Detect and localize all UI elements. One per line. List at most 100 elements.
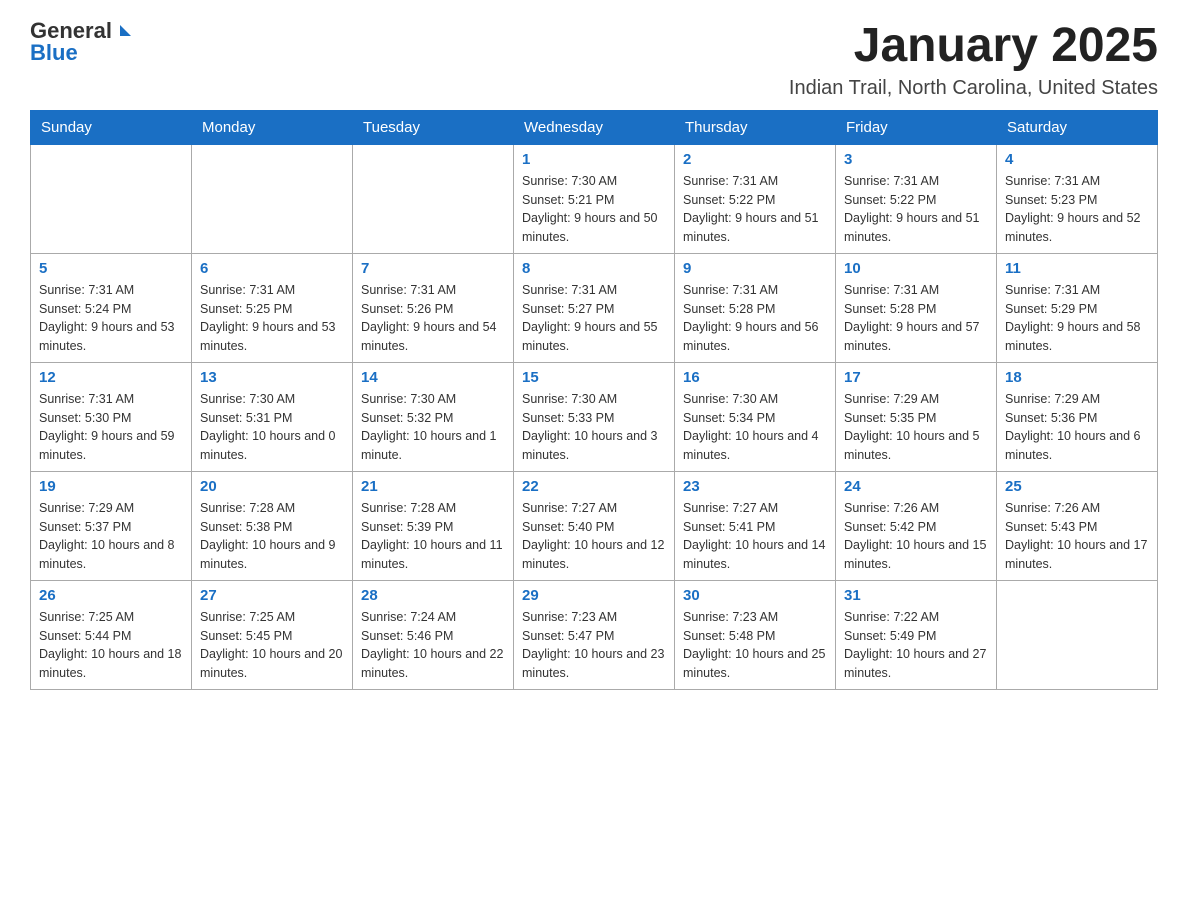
calendar-cell: 11 Sunrise: 7:31 AMSunset: 5:29 PMDayligh… — [997, 253, 1158, 362]
day-number: 3 — [844, 151, 988, 168]
calendar-cell: 22 Sunrise: 7:27 AMSunset: 5:40 PMDayligh… — [514, 471, 675, 580]
day-info: Sunrise: 7:31 AMSunset: 5:23 PMDaylight:… — [1005, 172, 1149, 247]
calendar-cell: 16Sunrise: 7:30 AMSunset: 5:34 PMDayligh… — [675, 362, 836, 471]
calendar-cell — [192, 144, 353, 253]
calendar-cell: 21Sunrise: 7:28 AMSunset: 5:39 PMDayligh… — [353, 471, 514, 580]
calendar-cell: 17 Sunrise: 7:29 AMSunset: 5:35 PMDayligh… — [836, 362, 997, 471]
day-number: 7 — [361, 260, 505, 277]
day-number: 9 — [683, 260, 827, 277]
calendar-cell: 10Sunrise: 7:31 AMSunset: 5:28 PMDayligh… — [836, 253, 997, 362]
calendar-cell: 27 Sunrise: 7:25 AMSunset: 5:45 PMDayligh… — [192, 580, 353, 689]
day-info: Sunrise: 7:28 AMSunset: 5:38 PMDaylight:… — [200, 499, 344, 574]
day-info: Sunrise: 7:30 AMSunset: 5:21 PMDaylight:… — [522, 172, 666, 247]
day-info: Sunrise: 7:31 AMSunset: 5:22 PMDaylight:… — [683, 172, 827, 247]
page-header: General Blue January 2025 Indian Trail, … — [30, 20, 1158, 100]
calendar-cell: 14 Sunrise: 7:30 AMSunset: 5:32 PMDayligh… — [353, 362, 514, 471]
day-info: Sunrise: 7:30 AMSunset: 5:34 PMDaylight:… — [683, 390, 827, 465]
calendar-cell — [31, 144, 192, 253]
calendar-cell: 29Sunrise: 7:23 AMSunset: 5:47 PMDayligh… — [514, 580, 675, 689]
day-number: 14 — [361, 369, 505, 386]
calendar-cell: 18 Sunrise: 7:29 AMSunset: 5:36 PMDayligh… — [997, 362, 1158, 471]
day-number: 17 — [844, 369, 988, 386]
day-info: Sunrise: 7:31 AMSunset: 5:25 PMDaylight:… — [200, 281, 344, 356]
day-info: Sunrise: 7:25 AMSunset: 5:44 PMDaylight:… — [39, 608, 183, 683]
day-number: 31 — [844, 587, 988, 604]
calendar-cell: 3 Sunrise: 7:31 AMSunset: 5:22 PMDaylight… — [836, 144, 997, 253]
calendar-cell: 28 Sunrise: 7:24 AMSunset: 5:46 PMDayligh… — [353, 580, 514, 689]
header-friday: Friday — [836, 110, 997, 144]
calendar-cell: 24 Sunrise: 7:26 AMSunset: 5:42 PMDayligh… — [836, 471, 997, 580]
day-number: 6 — [200, 260, 344, 277]
calendar-header-row: SundayMondayTuesdayWednesdayThursdayFrid… — [31, 110, 1158, 144]
calendar-cell: 23Sunrise: 7:27 AMSunset: 5:41 PMDayligh… — [675, 471, 836, 580]
calendar-cell: 26 Sunrise: 7:25 AMSunset: 5:44 PMDayligh… — [31, 580, 192, 689]
calendar-week-5: 26 Sunrise: 7:25 AMSunset: 5:44 PMDayligh… — [31, 580, 1158, 689]
title-block: January 2025 Indian Trail, North Carolin… — [789, 20, 1158, 100]
day-info: Sunrise: 7:26 AMSunset: 5:43 PMDaylight:… — [1005, 499, 1149, 574]
day-info: Sunrise: 7:31 AMSunset: 5:28 PMDaylight:… — [844, 281, 988, 356]
day-info: Sunrise: 7:31 AMSunset: 5:26 PMDaylight:… — [361, 281, 505, 356]
day-info: Sunrise: 7:31 AMSunset: 5:29 PMDaylight:… — [1005, 281, 1149, 356]
day-number: 23 — [683, 478, 827, 495]
day-number: 8 — [522, 260, 666, 277]
day-number: 29 — [522, 587, 666, 604]
day-info: Sunrise: 7:29 AMSunset: 5:36 PMDaylight:… — [1005, 390, 1149, 465]
day-number: 1 — [522, 151, 666, 168]
day-info: Sunrise: 7:30 AMSunset: 5:31 PMDaylight:… — [200, 390, 344, 465]
calendar-week-4: 19 Sunrise: 7:29 AMSunset: 5:37 PMDayligh… — [31, 471, 1158, 580]
logo-blue-text: Blue — [30, 42, 131, 64]
calendar-week-1: 1 Sunrise: 7:30 AMSunset: 5:21 PMDaylight… — [31, 144, 1158, 253]
day-number: 4 — [1005, 151, 1149, 168]
header-wednesday: Wednesday — [514, 110, 675, 144]
day-info: Sunrise: 7:29 AMSunset: 5:35 PMDaylight:… — [844, 390, 988, 465]
day-info: Sunrise: 7:31 AMSunset: 5:27 PMDaylight:… — [522, 281, 666, 356]
day-info: Sunrise: 7:24 AMSunset: 5:46 PMDaylight:… — [361, 608, 505, 683]
day-number: 11 — [1005, 260, 1149, 277]
header-sunday: Sunday — [31, 110, 192, 144]
calendar-cell: 1 Sunrise: 7:30 AMSunset: 5:21 PMDaylight… — [514, 144, 675, 253]
day-number: 26 — [39, 587, 183, 604]
calendar-cell: 2Sunrise: 7:31 AMSunset: 5:22 PMDaylight… — [675, 144, 836, 253]
day-info: Sunrise: 7:31 AMSunset: 5:24 PMDaylight:… — [39, 281, 183, 356]
day-number: 20 — [200, 478, 344, 495]
calendar-cell: 8 Sunrise: 7:31 AMSunset: 5:27 PMDaylight… — [514, 253, 675, 362]
day-number: 27 — [200, 587, 344, 604]
header-tuesday: Tuesday — [353, 110, 514, 144]
calendar-week-2: 5 Sunrise: 7:31 AMSunset: 5:24 PMDaylight… — [31, 253, 1158, 362]
day-info: Sunrise: 7:30 AMSunset: 5:32 PMDaylight:… — [361, 390, 505, 465]
calendar-week-3: 12 Sunrise: 7:31 AMSunset: 5:30 PMDayligh… — [31, 362, 1158, 471]
day-number: 19 — [39, 478, 183, 495]
calendar-cell: 6 Sunrise: 7:31 AMSunset: 5:25 PMDaylight… — [192, 253, 353, 362]
day-number: 12 — [39, 369, 183, 386]
calendar-cell: 31 Sunrise: 7:22 AMSunset: 5:49 PMDayligh… — [836, 580, 997, 689]
header-thursday: Thursday — [675, 110, 836, 144]
day-info: Sunrise: 7:31 AMSunset: 5:22 PMDaylight:… — [844, 172, 988, 247]
day-info: Sunrise: 7:29 AMSunset: 5:37 PMDaylight:… — [39, 499, 183, 574]
day-info: Sunrise: 7:31 AMSunset: 5:28 PMDaylight:… — [683, 281, 827, 356]
calendar-cell: 13 Sunrise: 7:30 AMSunset: 5:31 PMDayligh… — [192, 362, 353, 471]
calendar-cell: 20 Sunrise: 7:28 AMSunset: 5:38 PMDayligh… — [192, 471, 353, 580]
day-info: Sunrise: 7:26 AMSunset: 5:42 PMDaylight:… — [844, 499, 988, 574]
calendar-cell: 15Sunrise: 7:30 AMSunset: 5:33 PMDayligh… — [514, 362, 675, 471]
logo-general-text: General — [30, 20, 131, 42]
calendar-cell: 25 Sunrise: 7:26 AMSunset: 5:43 PMDayligh… — [997, 471, 1158, 580]
day-number: 5 — [39, 260, 183, 277]
header-saturday: Saturday — [997, 110, 1158, 144]
day-info: Sunrise: 7:25 AMSunset: 5:45 PMDaylight:… — [200, 608, 344, 683]
day-number: 25 — [1005, 478, 1149, 495]
calendar-cell: 30Sunrise: 7:23 AMSunset: 5:48 PMDayligh… — [675, 580, 836, 689]
day-number: 13 — [200, 369, 344, 386]
day-number: 24 — [844, 478, 988, 495]
day-number: 22 — [522, 478, 666, 495]
calendar-subtitle: Indian Trail, North Carolina, United Sta… — [789, 77, 1158, 100]
day-number: 30 — [683, 587, 827, 604]
day-number: 18 — [1005, 369, 1149, 386]
day-info: Sunrise: 7:22 AMSunset: 5:49 PMDaylight:… — [844, 608, 988, 683]
day-number: 21 — [361, 478, 505, 495]
calendar-cell: 12 Sunrise: 7:31 AMSunset: 5:30 PMDayligh… — [31, 362, 192, 471]
calendar-cell: 7 Sunrise: 7:31 AMSunset: 5:26 PMDaylight… — [353, 253, 514, 362]
calendar-title: January 2025 — [789, 20, 1158, 73]
day-number: 28 — [361, 587, 505, 604]
day-info: Sunrise: 7:31 AMSunset: 5:30 PMDaylight:… — [39, 390, 183, 465]
day-info: Sunrise: 7:27 AMSunset: 5:40 PMDaylight:… — [522, 499, 666, 574]
